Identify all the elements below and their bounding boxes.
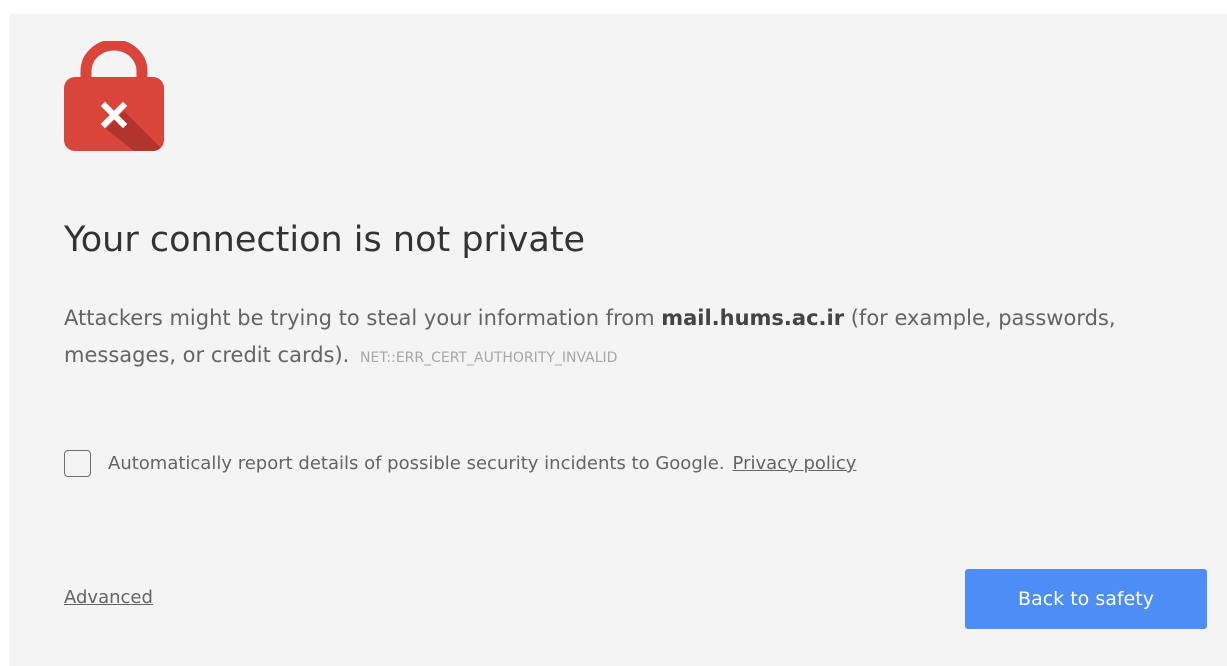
- report-checkbox[interactable]: [64, 450, 91, 477]
- advanced-link[interactable]: Advanced: [64, 587, 153, 608]
- message-text: Attackers might be trying to steal your …: [64, 306, 662, 330]
- page-title: Your connection is not private: [64, 220, 586, 260]
- report-checkbox-label[interactable]: Automatically report details of possible…: [108, 453, 725, 474]
- host-name: mail.hums.ac.ir: [661, 306, 845, 330]
- back-to-safety-button[interactable]: Back to safety: [965, 569, 1207, 629]
- privacy-policy-link[interactable]: Privacy policy: [733, 453, 857, 474]
- interstitial-page: Your connection is not private Attackers…: [9, 14, 1227, 666]
- lock-error-icon: [64, 39, 164, 153]
- warning-message: Attackers might be trying to steal your …: [64, 300, 1184, 377]
- report-option: Automatically report details of possible…: [64, 450, 856, 477]
- error-code[interactable]: NET::ERR_CERT_AUTHORITY_INVALID: [360, 350, 617, 366]
